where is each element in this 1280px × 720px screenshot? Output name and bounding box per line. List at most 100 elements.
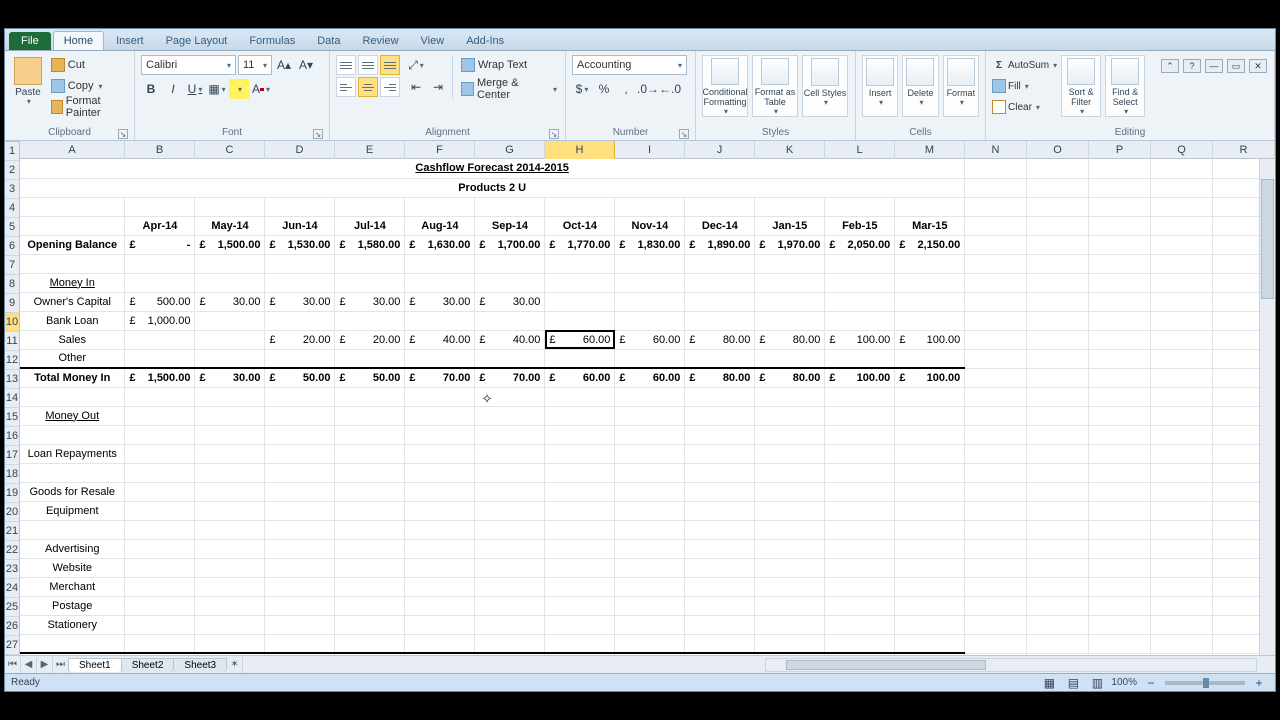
cell-B9[interactable]: £1,000.00 — [125, 311, 195, 330]
number-launcher-icon[interactable]: ↘ — [679, 129, 689, 139]
format-painter-button[interactable]: Format Painter — [49, 97, 128, 117]
cell-F5[interactable]: £1,630.00 — [405, 235, 475, 254]
cell-I9[interactable] — [615, 311, 685, 330]
cell-I25[interactable] — [615, 615, 685, 634]
cell-F19[interactable] — [405, 501, 475, 520]
cell-H14[interactable] — [545, 406, 615, 425]
cell-A26[interactable] — [20, 634, 125, 653]
cell-N19[interactable] — [965, 501, 1027, 520]
cell-F21[interactable] — [405, 539, 475, 558]
align-middle-icon[interactable] — [358, 55, 378, 75]
cell-L4[interactable]: Feb-15 — [825, 216, 895, 235]
cell-L23[interactable] — [825, 577, 895, 596]
clipboard-launcher-icon[interactable]: ↘ — [118, 129, 128, 139]
cell-E24[interactable] — [335, 596, 405, 615]
cell-E7[interactable] — [335, 273, 405, 292]
cell-O17[interactable] — [1027, 463, 1089, 482]
cell-I17[interactable] — [615, 463, 685, 482]
row-header-15[interactable]: 15 — [5, 408, 19, 427]
cell-J25[interactable] — [685, 615, 755, 634]
cell-M24[interactable] — [895, 596, 965, 615]
cell-K12[interactable]: £80.00 — [755, 368, 825, 387]
cell-J23[interactable] — [685, 577, 755, 596]
tab-page-layout[interactable]: Page Layout — [156, 32, 238, 50]
cell-H24[interactable] — [545, 596, 615, 615]
cell-O1[interactable] — [1027, 159, 1089, 178]
cell-B5[interactable]: £- — [125, 235, 195, 254]
cell-J6[interactable] — [685, 254, 755, 273]
cell-I22[interactable] — [615, 558, 685, 577]
cell-B26[interactable] — [125, 634, 195, 653]
cell-F12[interactable]: £70.00 — [405, 368, 475, 387]
cell-L10[interactable]: £100.00 — [825, 330, 895, 349]
cell-M17[interactable] — [895, 463, 965, 482]
cell-J14[interactable] — [685, 406, 755, 425]
cell-N10[interactable] — [965, 330, 1027, 349]
cell-C24[interactable] — [195, 596, 265, 615]
cell-D14[interactable] — [265, 406, 335, 425]
cell-L22[interactable] — [825, 558, 895, 577]
cell-E16[interactable] — [335, 444, 405, 463]
view-normal-icon[interactable]: ▦ — [1039, 673, 1059, 693]
cell-K3[interactable] — [755, 197, 825, 216]
cell-C18[interactable] — [195, 482, 265, 501]
cell-Q1[interactable] — [1151, 159, 1213, 178]
horizontal-scrollbar[interactable] — [765, 658, 1257, 672]
align-bottom-icon[interactable] — [380, 55, 400, 75]
format-as-table-button[interactable]: Format as Table▾ — [752, 55, 798, 117]
row-header-6[interactable]: 6 — [5, 237, 19, 256]
column-header-A[interactable]: A — [20, 141, 125, 159]
delete-cells-button[interactable]: Delete▾ — [902, 55, 938, 117]
increase-font-icon[interactable]: A▴ — [274, 55, 294, 75]
cell-G11[interactable] — [475, 349, 545, 368]
cell-A7[interactable]: Money In — [20, 273, 125, 292]
cell-L19[interactable] — [825, 501, 895, 520]
cell-C19[interactable] — [195, 501, 265, 520]
cell-O14[interactable] — [1027, 406, 1089, 425]
format-cells-button[interactable]: Format▾ — [943, 55, 979, 117]
cell-H21[interactable] — [545, 539, 615, 558]
cell-F26[interactable] — [405, 634, 475, 653]
cell-J3[interactable] — [685, 197, 755, 216]
cell-C3[interactable] — [195, 197, 265, 216]
close-window-icon[interactable]: ✕ — [1249, 59, 1267, 73]
cell-G23[interactable] — [475, 577, 545, 596]
cell-P25[interactable] — [1089, 615, 1151, 634]
cell-D24[interactable] — [265, 596, 335, 615]
cell-E3[interactable] — [335, 197, 405, 216]
cell-O11[interactable] — [1027, 349, 1089, 368]
cell-M7[interactable] — [895, 273, 965, 292]
cell-M12[interactable]: £100.00 — [895, 368, 965, 387]
merge-center-button[interactable]: Merge & Center▾ — [459, 79, 559, 99]
cell-M19[interactable] — [895, 501, 965, 520]
cell-C4[interactable]: May-14 — [195, 216, 265, 235]
cell-L12[interactable]: £100.00 — [825, 368, 895, 387]
column-header-I[interactable]: I — [615, 141, 685, 159]
cell-B3[interactable] — [125, 197, 195, 216]
cell-G3[interactable] — [475, 197, 545, 216]
cell-H6[interactable] — [545, 254, 615, 273]
cell-D5[interactable]: £1,530.00 — [265, 235, 335, 254]
minimize-window-icon[interactable]: — — [1205, 59, 1223, 73]
row-header-21[interactable]: 21 — [5, 522, 19, 541]
cell-E8[interactable]: £30.00 — [335, 292, 405, 311]
cell-M14[interactable] — [895, 406, 965, 425]
sheet-tab-1[interactable]: Sheet1 — [68, 658, 122, 672]
cell-E22[interactable] — [335, 558, 405, 577]
column-header-L[interactable]: L — [825, 141, 895, 159]
sheet-tab-2[interactable]: Sheet2 — [121, 658, 175, 672]
cell-M16[interactable] — [895, 444, 965, 463]
cell-H4[interactable]: Oct-14 — [545, 216, 615, 235]
cell-A15[interactable] — [20, 425, 125, 444]
cell-M8[interactable] — [895, 292, 965, 311]
cell-D26[interactable] — [265, 634, 335, 653]
cell-A22[interactable]: Website — [20, 558, 125, 577]
sheet-nav-prev-icon[interactable]: ◀ — [21, 657, 37, 673]
row-header-8[interactable]: 8 — [5, 275, 19, 294]
cell-N14[interactable] — [965, 406, 1027, 425]
cell-N12[interactable] — [965, 368, 1027, 387]
cell-I11[interactable] — [615, 349, 685, 368]
cell-C8[interactable]: £30.00 — [195, 292, 265, 311]
cell-Q26[interactable] — [1151, 634, 1213, 653]
cell-G24[interactable] — [475, 596, 545, 615]
